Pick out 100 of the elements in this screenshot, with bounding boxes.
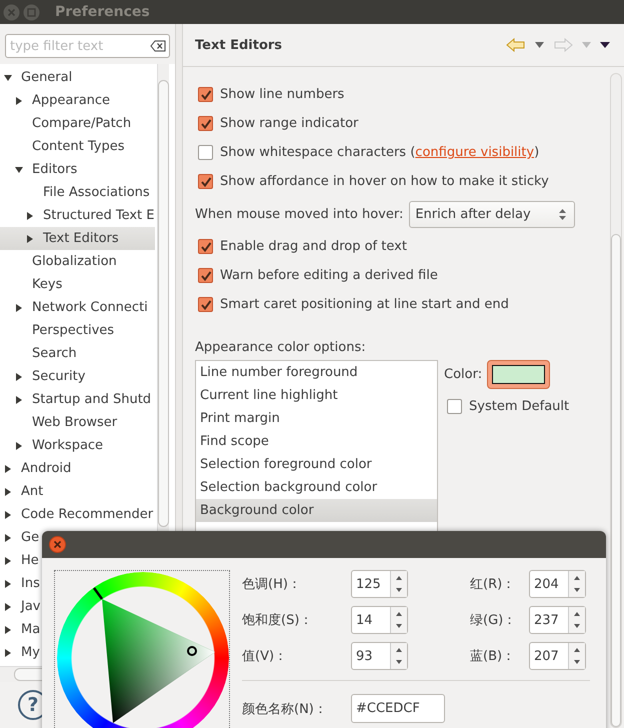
- tree-item[interactable]: Web Browser: [0, 411, 120, 434]
- tree-item[interactable]: Ge: [0, 526, 42, 549]
- field-label: 色调(H)：: [242, 576, 302, 593]
- list-item[interactable]: Line number foreground: [196, 361, 437, 384]
- checkbox[interactable]: [198, 297, 213, 312]
- section-label: Appearance color options:: [195, 340, 367, 357]
- collapsed-triangle-icon[interactable]: [15, 304, 23, 312]
- collapsed-triangle-icon[interactable]: [4, 626, 12, 634]
- tree-item[interactable]: Workspace: [0, 434, 106, 457]
- tree-item[interactable]: Perspectives: [0, 319, 116, 342]
- tree-item[interactable]: Ant: [0, 480, 46, 503]
- tree-item[interactable]: Appearance: [0, 89, 112, 112]
- tree-item[interactable]: Editors: [0, 158, 80, 181]
- checkbox-label: System Default: [469, 399, 570, 414]
- list-item[interactable]: Selection foreground color: [196, 453, 437, 476]
- stepper-icon: [395, 646, 403, 666]
- collapsed-triangle-icon[interactable]: [26, 234, 34, 242]
- tree-item[interactable]: Startup and Shutd: [0, 388, 154, 411]
- expanded-triangle-icon[interactable]: [4, 74, 12, 82]
- filter-field[interactable]: type filter text: [5, 34, 170, 58]
- tree-item[interactable]: Jav: [0, 595, 42, 618]
- field-label: 颜色名称(N)：: [242, 700, 328, 718]
- stepper-icon: [395, 610, 403, 630]
- tree-item[interactable]: Text Editors: [0, 227, 155, 250]
- field-label: Color:: [444, 367, 482, 382]
- number-spinner[interactable]: 237: [529, 606, 586, 634]
- collapsed-triangle-icon[interactable]: [4, 556, 12, 564]
- field-label: When mouse moved into hover:: [195, 206, 404, 222]
- number-spinner[interactable]: 14: [351, 606, 408, 634]
- checkbox-label: Show whitespace characters (configure visibility): [220, 145, 540, 160]
- number-spinner[interactable]: 125: [351, 570, 408, 598]
- view-menu-icon[interactable]: [600, 42, 610, 48]
- scrollbar[interactable]: [157, 64, 169, 531]
- list-item[interactable]: Current line highlight: [196, 384, 437, 407]
- tree-item[interactable]: Structured Text E: [0, 204, 156, 227]
- collapsed-triangle-icon[interactable]: [4, 580, 12, 588]
- collapsed-triangle-icon[interactable]: [4, 488, 12, 496]
- tree-item[interactable]: Compare/Patch: [0, 112, 134, 135]
- list-item[interactable]: Find scope: [196, 430, 437, 453]
- tree-item[interactable]: My: [0, 641, 42, 664]
- collapsed-triangle-icon[interactable]: [4, 510, 12, 518]
- field-label: 绿(G)：: [469, 612, 516, 629]
- collapsed-triangle-icon[interactable]: [4, 534, 12, 542]
- checkbox[interactable]: [447, 399, 462, 414]
- checkbox[interactable]: [198, 268, 213, 283]
- number-spinner[interactable]: 207: [529, 642, 586, 670]
- collapsed-triangle-icon[interactable]: [4, 602, 12, 610]
- tree-item[interactable]: Keys: [0, 273, 64, 296]
- list-item[interactable]: Print margin: [196, 407, 437, 430]
- tree-item[interactable]: Network Connecti: [0, 296, 150, 319]
- close-icon[interactable]: [49, 536, 66, 553]
- page-title: Text Editors: [195, 38, 282, 52]
- stepper-icon: [573, 646, 581, 666]
- list-item[interactable]: Background color: [196, 499, 437, 522]
- tree-item[interactable]: Search: [0, 342, 79, 365]
- collapsed-triangle-icon[interactable]: [26, 212, 34, 220]
- collapsed-triangle-icon[interactable]: [15, 96, 23, 104]
- collapsed-triangle-icon[interactable]: [4, 648, 12, 656]
- field-label: 饱和度(S)：: [242, 612, 314, 629]
- expanded-triangle-icon[interactable]: [15, 166, 23, 174]
- scrollbar[interactable]: [610, 73, 622, 728]
- color-wheel-drawing[interactable]: [57, 572, 229, 728]
- tree-item[interactable]: Ins: [0, 572, 42, 595]
- input-field[interactable]: #CCEDCF: [351, 694, 445, 723]
- stepper-icon: [395, 574, 403, 594]
- tree-item[interactable]: Ma: [0, 618, 42, 641]
- tree-item[interactable]: Code Recommender: [0, 503, 156, 526]
- tree-item[interactable]: Globalization: [0, 250, 119, 273]
- number-spinner[interactable]: 204: [529, 570, 586, 598]
- field-label: 红(R)：: [469, 576, 516, 593]
- clear-icon[interactable]: [150, 40, 166, 52]
- dropdown[interactable]: Enrich after delay: [409, 200, 576, 228]
- stepper-icon: [573, 610, 581, 630]
- stepper-icon: [559, 208, 566, 220]
- checkbox-label: Show range indicator: [220, 116, 358, 131]
- field-label: 蓝(B)：: [469, 648, 516, 665]
- stepper-icon: [573, 574, 581, 594]
- tree-item[interactable]: He: [0, 549, 41, 572]
- checkbox[interactable]: [198, 116, 213, 131]
- number-spinner[interactable]: 93: [351, 642, 408, 670]
- checkbox-label: Show line numbers: [220, 87, 344, 102]
- tree-item[interactable]: Security: [0, 365, 88, 388]
- checkbox-label: Enable drag and drop of text: [220, 239, 407, 254]
- link[interactable]: configure visibility: [415, 145, 534, 160]
- tree-item[interactable]: Content Types: [0, 135, 126, 158]
- list-item[interactable]: Selection background color: [196, 476, 437, 499]
- tree-item[interactable]: Android: [0, 457, 74, 480]
- collapsed-triangle-icon[interactable]: [15, 396, 23, 404]
- tree-item[interactable]: File Associations: [0, 181, 152, 204]
- checkbox[interactable]: [198, 239, 213, 254]
- dropdown-caret-icon[interactable]: [535, 42, 544, 48]
- checkbox[interactable]: [198, 174, 213, 189]
- checkbox[interactable]: [198, 145, 213, 160]
- tree-item[interactable]: General: [0, 66, 74, 89]
- checkbox[interactable]: [198, 87, 213, 102]
- collapsed-triangle-icon[interactable]: [15, 442, 23, 450]
- checkbox-label: Smart caret positioning at line start and end: [220, 297, 509, 312]
- collapsed-triangle-icon[interactable]: [4, 464, 12, 472]
- color-button[interactable]: [487, 360, 550, 389]
- collapsed-triangle-icon[interactable]: [15, 372, 23, 380]
